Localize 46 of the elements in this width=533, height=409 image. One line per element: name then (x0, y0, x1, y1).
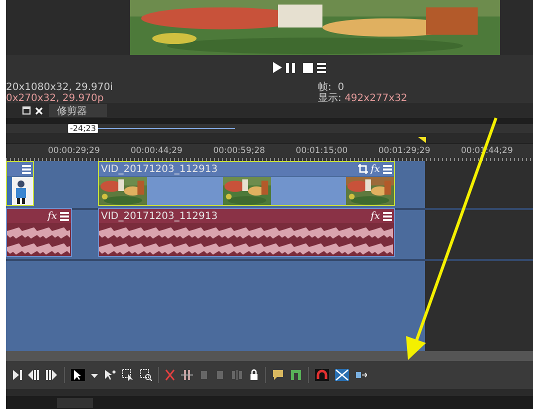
tab[interactable]: 修剪器 (49, 104, 107, 117)
display-value: 492x277x32 (344, 93, 408, 104)
delete-icon[interactable] (165, 369, 175, 381)
ruler-time: 00:01:15;00 (296, 146, 348, 156)
comment-icon[interactable] (272, 369, 284, 381)
frame-value: 0 (338, 82, 344, 93)
effects-button[interactable]: fx (370, 164, 380, 174)
edit-tool-icon[interactable] (71, 369, 85, 381)
video-clip[interactable]: VID_20171203_112913 fx (98, 161, 395, 206)
maximize-icon[interactable] (22, 106, 31, 115)
effects-button[interactable]: fx (48, 210, 57, 222)
source-format: 20x1080x32, 29.970i (6, 82, 113, 93)
crop-icon[interactable] (358, 164, 368, 174)
display-label: 显示: (318, 93, 342, 104)
ruler-time: 00:01:29;29 (378, 146, 430, 156)
stop-icon[interactable] (303, 62, 313, 72)
pause-icon[interactable] (286, 62, 295, 72)
lock-icon[interactable] (249, 369, 259, 381)
next-frame-icon[interactable] (13, 369, 22, 381)
project-format: 0x270x32, 29.970p (6, 93, 104, 104)
waveform (7, 226, 70, 256)
effects-button[interactable]: fx (370, 210, 380, 222)
play-icon[interactable] (273, 62, 282, 73)
frame-label: 帧: (318, 82, 332, 93)
split-icon[interactable] (231, 369, 243, 381)
ripple-icon[interactable] (355, 369, 367, 381)
menu-icon[interactable] (317, 62, 326, 72)
video-clip[interactable] (6, 161, 34, 206)
ruler-time: 00:00:59;28 (213, 146, 266, 156)
ruler-time: 00:00:44;29 (130, 146, 182, 156)
trim-icon[interactable] (181, 369, 193, 381)
selection-duration: -24;23 (68, 124, 98, 133)
magnet-icon[interactable] (315, 369, 329, 381)
audio-clip[interactable]: fx (6, 208, 72, 257)
step-back-icon[interactable] (28, 369, 40, 381)
clip-title: VID_20171203_112913 (101, 210, 219, 222)
zoom-tool-icon[interactable] (140, 369, 152, 381)
selection-tool-icon[interactable] (122, 369, 134, 381)
audio-clip[interactable]: VID_20171203_112913 fx (98, 208, 395, 257)
ruler-time: 00:00:29;29 (48, 146, 100, 156)
clip-title: VID_20171203_112913 (101, 164, 219, 174)
envelope-tool-icon[interactable] (104, 369, 116, 381)
step-forward-icon[interactable] (46, 369, 58, 381)
menu-icon[interactable] (60, 212, 69, 220)
close-icon[interactable] (35, 106, 43, 114)
menu-icon[interactable] (383, 212, 392, 220)
